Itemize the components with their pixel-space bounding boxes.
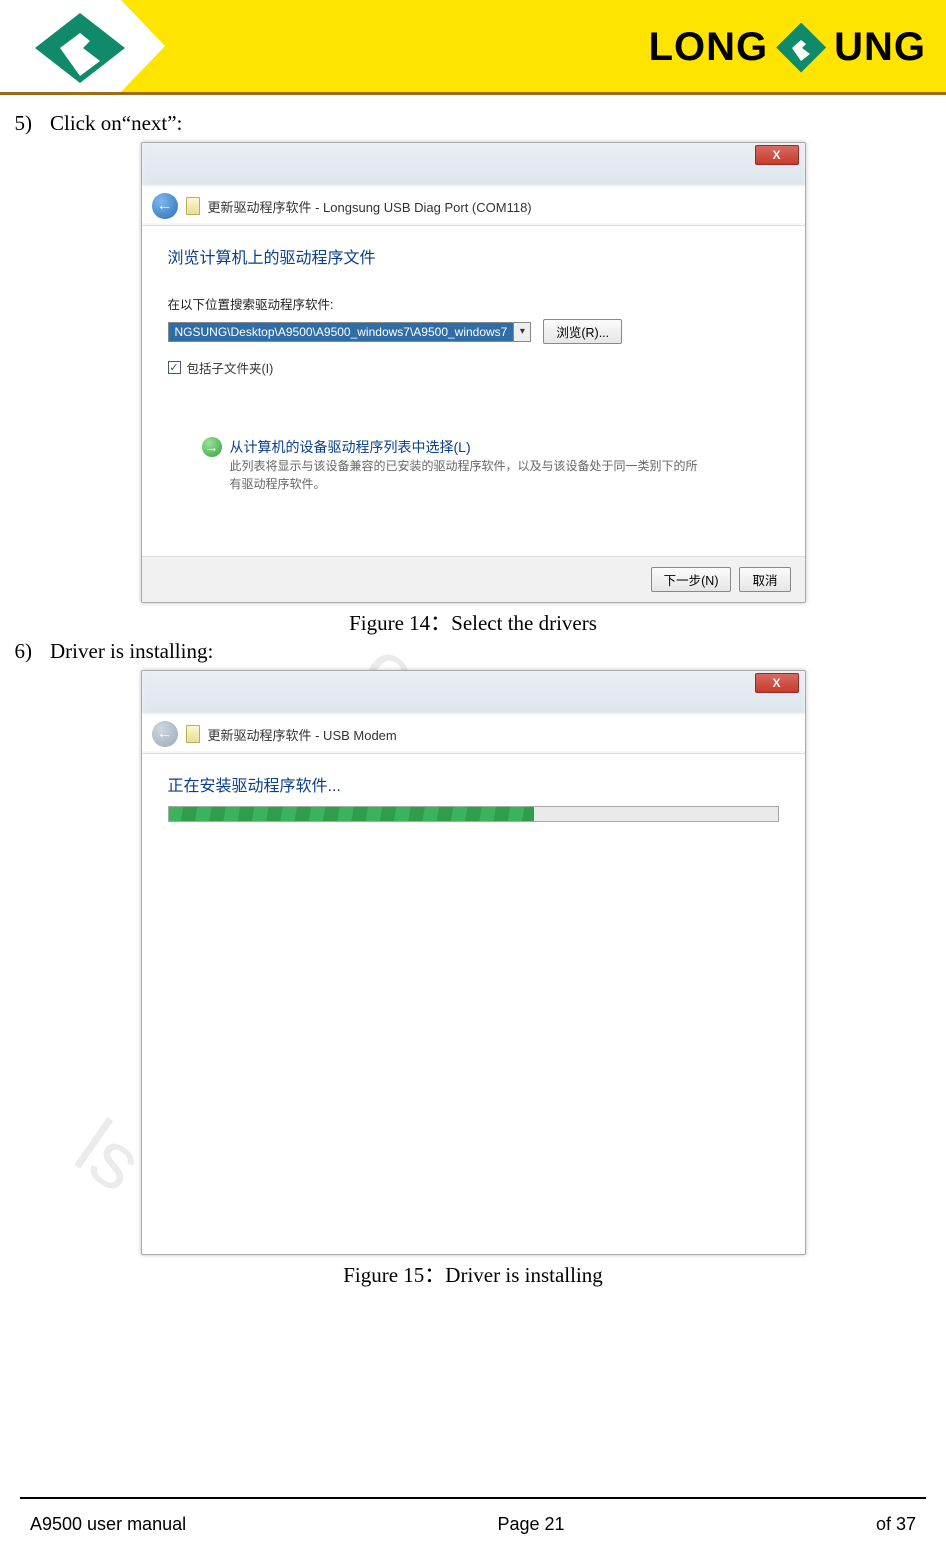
progress-fill (169, 807, 534, 821)
back-button[interactable]: ← (152, 193, 178, 219)
include-subfolders-label: 包括子文件夹(I) (187, 358, 274, 377)
path-row: NGSUNG\Desktop\A9500\A9500_windows7\A950… (168, 319, 779, 344)
dialog-glass-header (142, 671, 805, 713)
path-combo[interactable]: NGSUNG\Desktop\A9500\A9500_windows7\A950… (168, 322, 532, 342)
dialog-heading: 正在安装驱动程序软件... (168, 772, 779, 796)
dialog-select-drivers: X ← 更新驱动程序软件 - Longsung USB Diag Port (C… (141, 142, 806, 603)
pick-list-title: 从计算机的设备驱动程序列表中选择(L) (230, 437, 700, 457)
dialog-body: 浏览计算机上的驱动程序文件 在以下位置搜索驱动程序软件: NGSUNG\Desk… (142, 226, 805, 556)
dialog-title-bar: ← 更新驱动程序软件 - Longsung USB Diag Port (COM… (142, 185, 805, 223)
back-arrow-icon: ← (157, 197, 173, 215)
page-footer: A9500 user manual Page 21 of 37 (30, 1514, 916, 1535)
logo-left (0, 0, 190, 95)
brand-wordmark: LONG UNG (649, 0, 926, 95)
check-icon: ✓ (169, 361, 178, 374)
dialog-title: 更新驱动程序软件 - USB Modem (208, 725, 397, 744)
footer-page-total: of 37 (876, 1514, 916, 1535)
progress-bar (168, 806, 779, 822)
figure-15-caption: Figure 15：Driver is installing (0, 1259, 946, 1289)
step-5-text: Click on“next”: (50, 111, 182, 136)
brand-diamond-icon (776, 23, 826, 73)
search-label: 在以下位置搜索驱动程序软件: (168, 294, 779, 313)
dialog-heading: 浏览计算机上的驱动程序文件 (168, 244, 779, 268)
cancel-button[interactable]: 取消 (739, 567, 790, 592)
dialog-footer: 下一步(N) 取消 (142, 556, 805, 602)
path-input[interactable]: NGSUNG\Desktop\A9500\A9500_windows7\A950… (168, 322, 514, 342)
page-header: LONG UNG (0, 0, 946, 95)
dialog-title-bar: ← 更新驱动程序软件 - USB Modem (142, 713, 805, 751)
include-subfolders-row: ✓ 包括子文件夹(I) (168, 358, 779, 377)
arrow-right-icon: → (202, 437, 222, 457)
close-button[interactable]: X (755, 145, 799, 165)
brand-text-right: UNG (834, 25, 926, 70)
dialog-installing: X ← 更新驱动程序软件 - USB Modem 正在安装驱动程序软件... (141, 670, 806, 1255)
chevron-down-icon: ▾ (520, 326, 525, 337)
brand-text-left: LONG (649, 25, 769, 70)
include-subfolders-checkbox[interactable]: ✓ (168, 361, 181, 374)
close-button[interactable]: X (755, 673, 799, 693)
next-button[interactable]: 下一步(N) (651, 567, 732, 592)
footer-page-num: Page 21 (498, 1514, 565, 1535)
step-5-number: 5) (8, 111, 32, 136)
footer-rule (20, 1497, 926, 1499)
progress-wrap (168, 806, 779, 822)
step-6-line: 6) Driver is installing: (0, 639, 946, 664)
browse-button[interactable]: 浏览(R)... (543, 319, 622, 344)
figure-14-caption: Figure 14：Select the drivers (0, 607, 946, 637)
back-button-disabled: ← (152, 721, 178, 747)
device-icon (186, 197, 200, 215)
step-6-text: Driver is installing: (50, 639, 213, 664)
dialog-title: 更新驱动程序软件 - Longsung USB Diag Port (COM11… (208, 197, 532, 216)
dialog-glass-header (142, 143, 805, 185)
longsung-logo-icon (35, 13, 155, 83)
step-5-line: 5) Click on“next”: (0, 111, 946, 136)
device-icon (186, 725, 200, 743)
page-content: 5) Click on“next”: X ← 更新驱动程序软件 - Longsu… (0, 95, 946, 1289)
back-arrow-icon: ← (157, 725, 173, 743)
path-dropdown-button[interactable]: ▾ (513, 322, 531, 342)
step-6-number: 6) (8, 639, 32, 664)
pick-from-list-option[interactable]: → 从计算机的设备驱动程序列表中选择(L) 此列表将显示与该设备兼容的已安装的驱… (168, 437, 779, 493)
pick-list-description: 此列表将显示与该设备兼容的已安装的驱动程序软件，以及与该设备处于同一类别下的所有… (230, 457, 700, 493)
footer-doc-name: A9500 user manual (30, 1514, 186, 1535)
dialog-body: 正在安装驱动程序软件... (142, 754, 805, 1254)
